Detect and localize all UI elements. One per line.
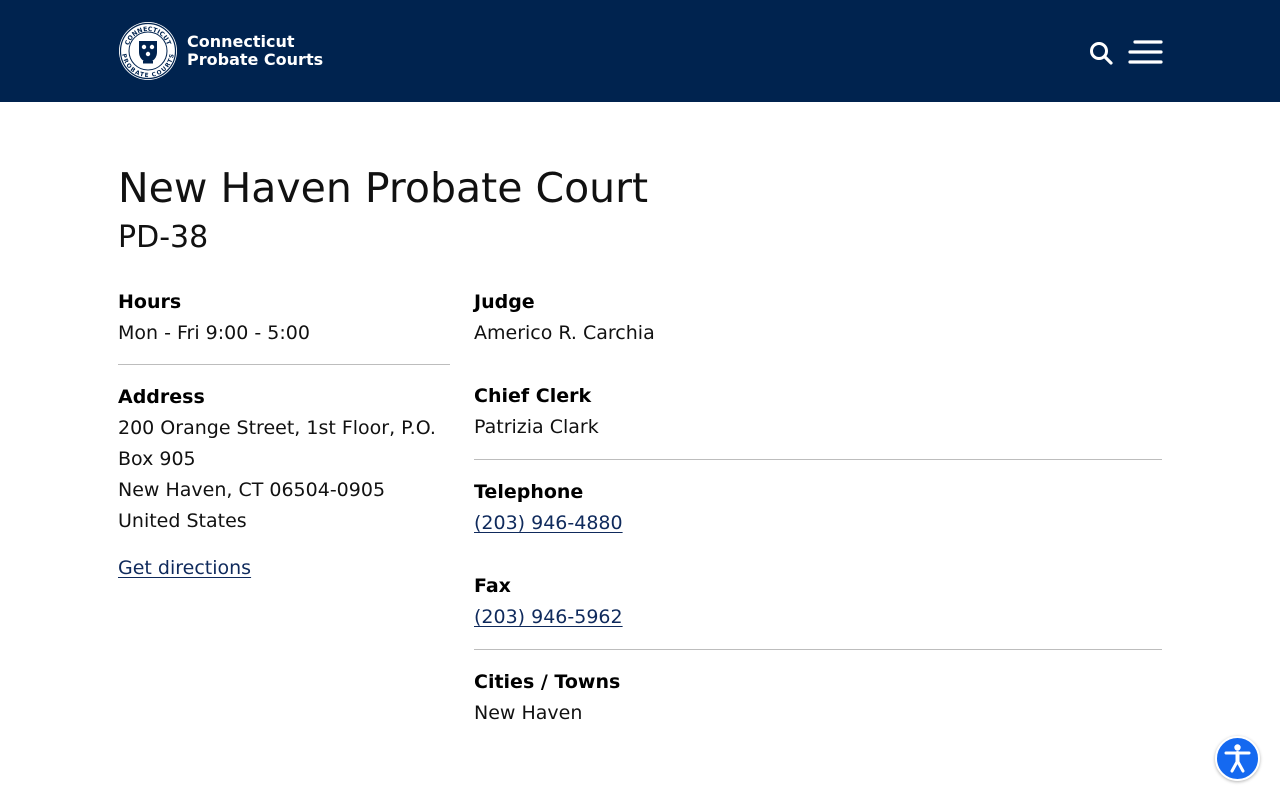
address-line1: 200 Orange Street, 1st Floor, P.O. Box 9… [118, 417, 436, 470]
cities-value: New Haven [474, 702, 583, 724]
search-icon [1090, 42, 1113, 65]
court-info-left-column: Hours Mon - Fri 9:00 - 5:00 Address 200 … [118, 286, 450, 584]
connecticut-seal-icon: CONNECTICUT PROBATE COURTS [119, 22, 177, 80]
hamburger-menu-icon [1128, 40, 1163, 64]
hours-section: Hours Mon - Fri 9:00 - 5:00 [118, 288, 450, 349]
site-name: Connecticut Probate Courts [187, 33, 323, 69]
search-button[interactable] [1088, 40, 1114, 66]
accessibility-person-icon [1224, 744, 1251, 773]
fax-divider [474, 649, 1162, 650]
hours-divider [118, 364, 450, 365]
cities-section: Cities / Towns New Haven [474, 668, 1162, 729]
cities-label: Cities / Towns [474, 671, 621, 693]
page-title: New Haven Probate Court [118, 164, 649, 212]
fax-link[interactable]: (203) 946-5962 [474, 606, 623, 628]
address-label: Address [118, 386, 205, 408]
telephone-label: Telephone [474, 481, 584, 503]
court-info-right-column: Judge Americo R. Carchia Chief Clerk Pat… [474, 286, 1162, 729]
telephone-link[interactable]: (203) 946-4880 [474, 512, 623, 534]
chief-clerk-section: Chief Clerk Patrizia Clark [474, 382, 1162, 443]
chief-clerk-value: Patrizia Clark [474, 416, 599, 438]
site-name-line1: Connecticut [187, 32, 295, 51]
judge-section: Judge Americo R. Carchia [474, 288, 1162, 349]
hours-value: Mon - Fri 9:00 - 5:00 [118, 322, 310, 344]
address-section: Address 200 Orange Street, 1st Floor, P.… [118, 383, 450, 584]
home-logo-link[interactable]: CONNECTICUT PROBATE COURTS Connecticut P… [118, 21, 323, 81]
page-subtitle: PD-38 [118, 220, 209, 255]
accessibility-button[interactable] [1215, 736, 1260, 781]
get-directions-link[interactable]: Get directions [118, 557, 251, 579]
site-header: CONNECTICUT PROBATE COURTS Connecticut P… [0, 0, 1280, 102]
judge-value: Americo R. Carchia [474, 322, 655, 344]
address-line2: New Haven, CT 06504-0905 [118, 479, 386, 501]
fax-label: Fax [474, 575, 511, 597]
chief-clerk-label: Chief Clerk [474, 385, 592, 407]
menu-button[interactable] [1128, 38, 1164, 68]
hours-label: Hours [118, 291, 182, 313]
site-name-line2: Probate Courts [187, 50, 324, 69]
clerk-divider [474, 459, 1162, 460]
telephone-section: Telephone (203) 946-4880 [474, 478, 1162, 539]
judge-label: Judge [474, 291, 535, 313]
address-line3: United States [118, 510, 247, 532]
fax-section: Fax (203) 946-5962 [474, 572, 1162, 633]
